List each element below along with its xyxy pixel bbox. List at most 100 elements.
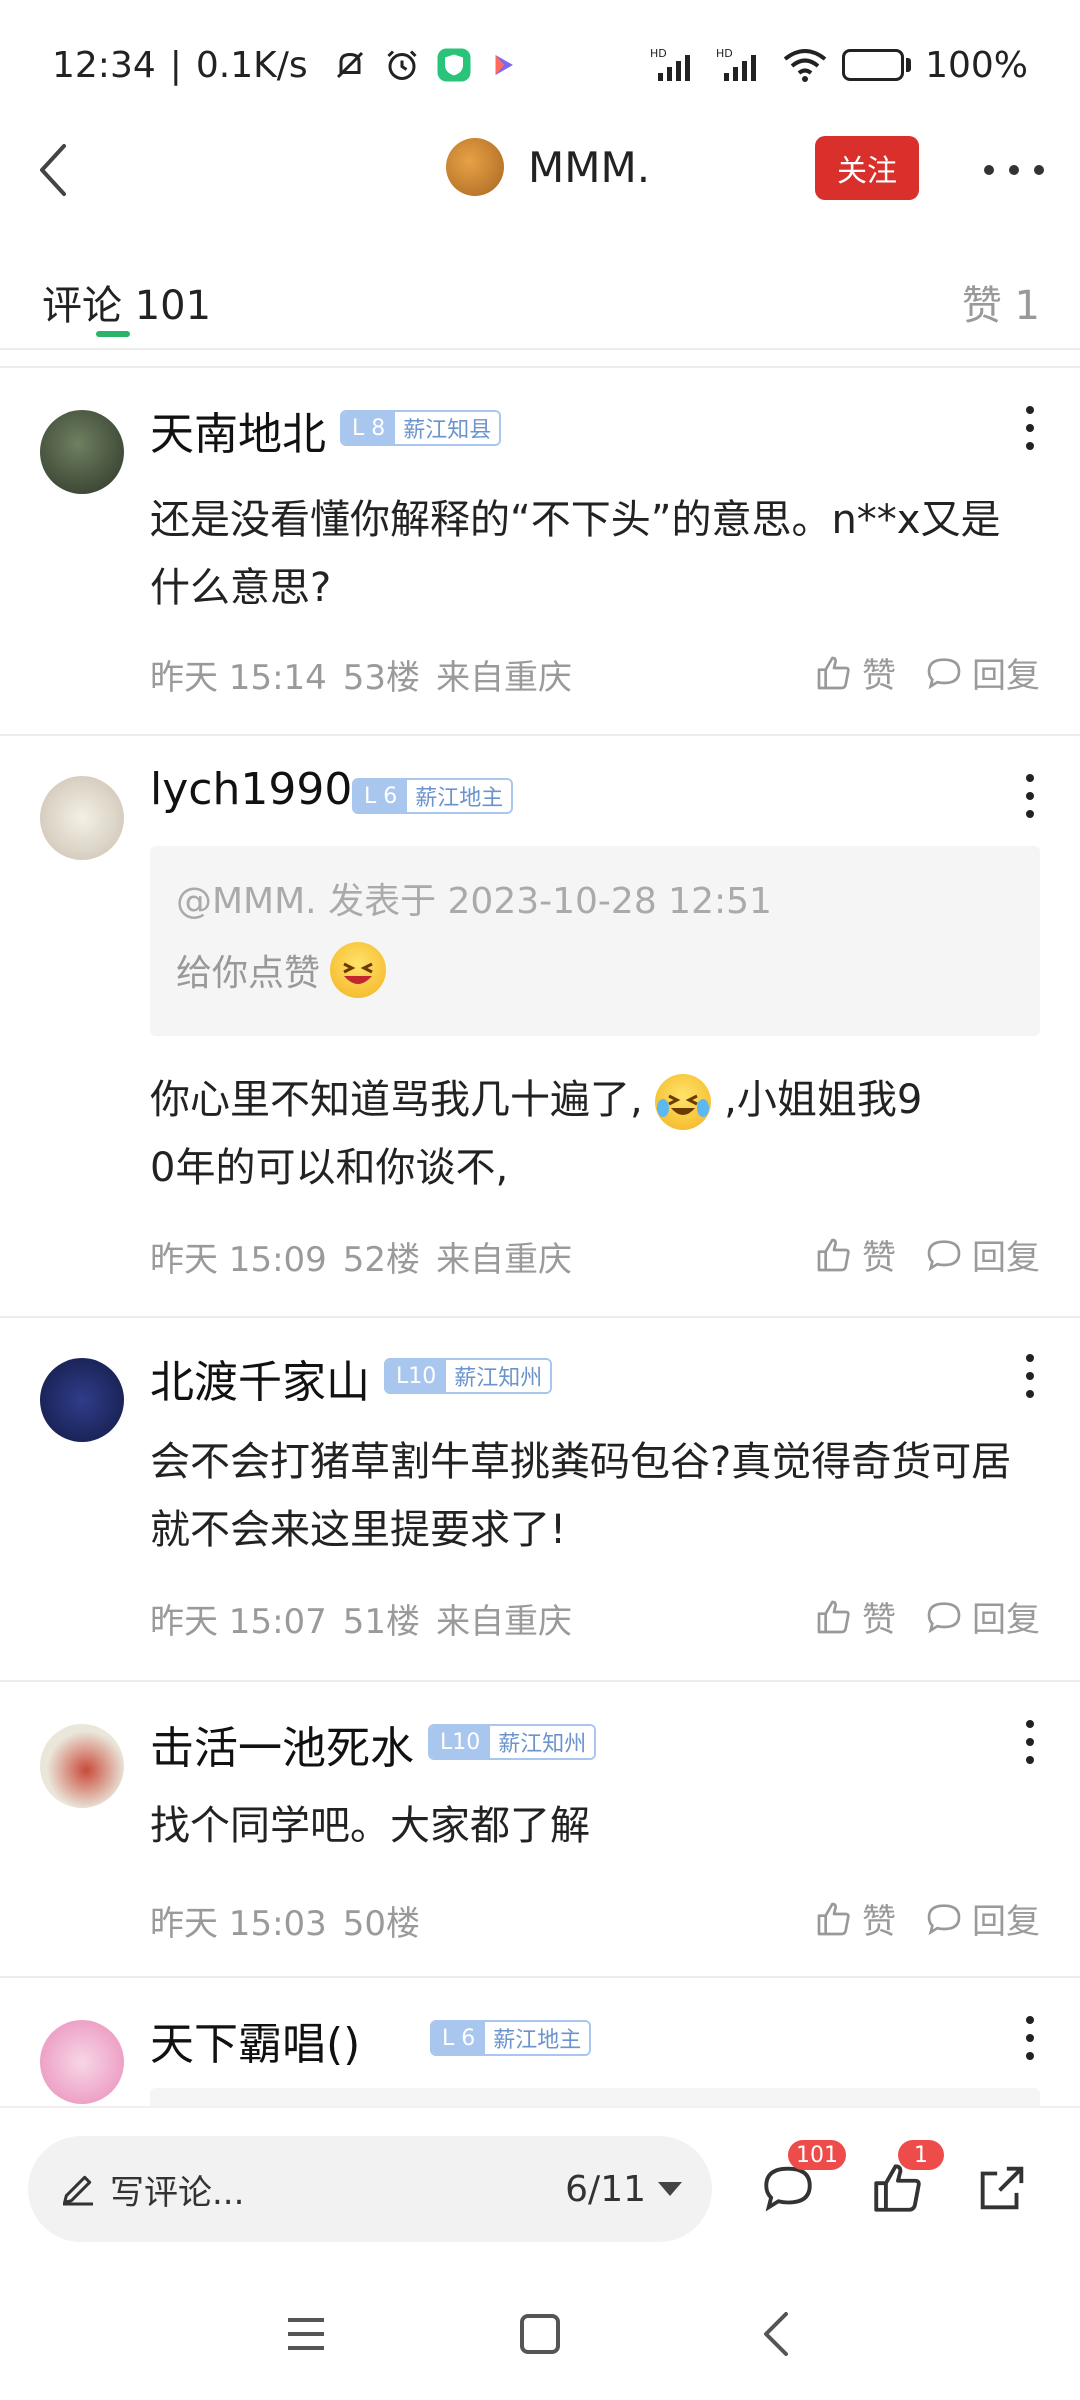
svg-text:HD: HD (650, 47, 667, 60)
comment-meta: 昨天 15:07 51楼 来自重庆 (150, 1594, 572, 1643)
reply-button[interactable]: 回复 (924, 648, 1040, 697)
comment-floor: 52楼 (342, 1240, 421, 1280)
home-square-icon (520, 2314, 560, 2354)
comment-more-button[interactable] (1020, 2016, 1040, 2060)
quote-body: 给你点赞 (176, 942, 387, 998)
level-badge: L10 薪江知州 (384, 1358, 553, 1394)
system-nav-bar (0, 2266, 1080, 2400)
comment-item: 天下霸唱() L 6 薪江地主 (0, 1978, 1080, 2106)
tab-comments-label: 评论 (42, 283, 122, 329)
comment-location: 来自重庆 (436, 1240, 573, 1280)
follow-button[interactable]: 关注 (815, 136, 919, 200)
comment-more-button[interactable] (1020, 406, 1040, 450)
page-title: MMM. (528, 142, 651, 192)
pencil-icon (63, 2175, 93, 2206)
comment-meta: 昨天 15:14 53楼 来自重庆 (150, 650, 572, 699)
back-nav-button[interactable] (748, 2306, 804, 2362)
like-button[interactable]: 赞 (814, 1592, 896, 1641)
hd-signal-icon: HD (716, 47, 757, 81)
comment-more-button[interactable] (1020, 1720, 1040, 1764)
comment-author[interactable]: lych1990 (150, 764, 352, 815)
status-right: HD HD 100% (650, 45, 1028, 86)
thumbs-up-icon (817, 1902, 850, 1935)
reply-button[interactable]: 回复 (924, 1592, 1040, 1641)
comment-more-button[interactable] (1020, 1354, 1040, 1398)
reply-button[interactable]: 回复 (924, 1230, 1040, 1279)
comment-floor: 53楼 (342, 658, 421, 698)
thumbs-up-icon (817, 1600, 850, 1633)
comment-time: 昨天 15:03 (150, 1904, 327, 1944)
like-button[interactable]: 赞 (814, 1894, 896, 1943)
share-button[interactable] (972, 2158, 1032, 2218)
comment-text: 还是没看懂你解释的“不下头”的意思。n**x又是什么意思? (150, 497, 1001, 611)
level-badge: L 6 薪江地主 (352, 778, 514, 814)
back-arrow-icon (764, 2312, 788, 2356)
svg-text:HD: HD (716, 47, 733, 60)
avatar[interactable] (40, 410, 124, 494)
menu-icon (288, 2318, 324, 2350)
reply-button[interactable]: 回复 (924, 1894, 1040, 1943)
back-button[interactable] (22, 138, 86, 202)
comment-author[interactable]: 天南地北 (150, 398, 326, 462)
comment-floor: 50楼 (342, 1904, 421, 1944)
status-icons (332, 47, 518, 83)
comment-author[interactable]: 天下霸唱() (150, 2008, 360, 2072)
comment-author[interactable]: 击活一池死水 (150, 1712, 414, 1776)
comment-floor: 51楼 (342, 1602, 421, 1642)
comment-item: 击活一池死水 L10 薪江知州 找个同学吧。大家都了解 昨天 15:03 50楼… (0, 1682, 1080, 1978)
active-tab-indicator (96, 331, 130, 337)
alarm-icon (387, 50, 417, 80)
tab-likes[interactable]: 赞 1 (962, 273, 1040, 331)
speech-bubble-icon (927, 1601, 961, 1633)
bottom-action-bar: 写评论... 6/11 101 1 (0, 2106, 1080, 2266)
speech-bubble-icon (927, 1239, 961, 1271)
write-comment-input[interactable]: 写评论... 6/11 (28, 2136, 712, 2242)
like-post-button[interactable]: 1 (868, 2140, 944, 2218)
comment-item: 天南地北 L 8 薪江知县 还是没看懂你解释的“不下头”的意思。n**x又是什么… (0, 368, 1080, 736)
tab-comments[interactable]: 评论 101 (42, 273, 211, 331)
comment-actions: 赞 回复 (814, 1230, 1040, 1279)
crying-laughing-emoji-icon (655, 1074, 712, 1130)
avatar[interactable] (40, 1724, 124, 1808)
battery-percent: 100% (925, 44, 1028, 86)
avatar[interactable] (40, 1358, 124, 1442)
network-speed: 0.1K/s (195, 44, 308, 86)
comment-meta: 昨天 15:09 52楼 来自重庆 (150, 1232, 572, 1281)
speech-bubble-icon (927, 657, 961, 689)
comment-count-badge: 101 (788, 2140, 846, 2170)
comment-meta: 昨天 15:03 50楼 (150, 1896, 420, 1945)
wifi-icon (783, 49, 827, 82)
like-button[interactable]: 赞 (814, 1230, 896, 1279)
comment-location: 来自重庆 (436, 1602, 573, 1642)
mute-icon (336, 51, 363, 79)
more-options-button[interactable] (984, 148, 1044, 192)
recents-button[interactable] (278, 2306, 334, 2362)
thumbs-up-icon (817, 1238, 850, 1271)
thumbs-up-icon (817, 656, 850, 689)
quoted-comment[interactable]: @MMM. 发表于 2023-10-28 12:51 给你点赞 (150, 846, 1040, 1036)
status-divider: | (169, 44, 182, 86)
tab-likes-count: 1 (1014, 283, 1040, 329)
comment-more-button[interactable] (1020, 774, 1040, 818)
dropdown-arrow-icon (658, 2182, 682, 2196)
tab-likes-label: 赞 (961, 283, 1002, 329)
avatar[interactable] (40, 776, 124, 860)
comment-author[interactable]: 北渡千家山 (150, 1346, 370, 1410)
level-badge: L 6 薪江地主 (430, 2020, 592, 2056)
quote-text: 给你点赞 (176, 953, 321, 994)
title-group[interactable]: MMM. (446, 138, 650, 196)
page-selector[interactable]: 6/11 (565, 2169, 682, 2210)
quoted-comment[interactable] (150, 2088, 1040, 2106)
comment-text: 你心里不知道骂我几十遍了, ,小姐姐我9 0年的可以和你谈不, (150, 1066, 1040, 1202)
status-bar: 12:34 | 0.1K/s HD HD 100% (0, 0, 1080, 130)
share-icon (980, 2166, 1024, 2210)
home-button[interactable] (512, 2306, 568, 2362)
like-button[interactable]: 赞 (814, 648, 896, 697)
comments-button[interactable]: 101 (758, 2140, 846, 2218)
author-avatar[interactable] (446, 138, 504, 196)
avatar[interactable] (40, 2020, 124, 2104)
comment-time: 昨天 15:09 (150, 1240, 327, 1280)
comment-text: 会不会打猪草割牛草挑粪码包谷?真觉得奇货可居就不会来这里提要求了! (150, 1439, 1012, 1553)
write-comment-placeholder: 写评论... (110, 2172, 245, 2213)
comment-item: lych1990 L 6 薪江地主 @MMM. 发表于 2023-10-28 1… (0, 736, 1080, 1318)
